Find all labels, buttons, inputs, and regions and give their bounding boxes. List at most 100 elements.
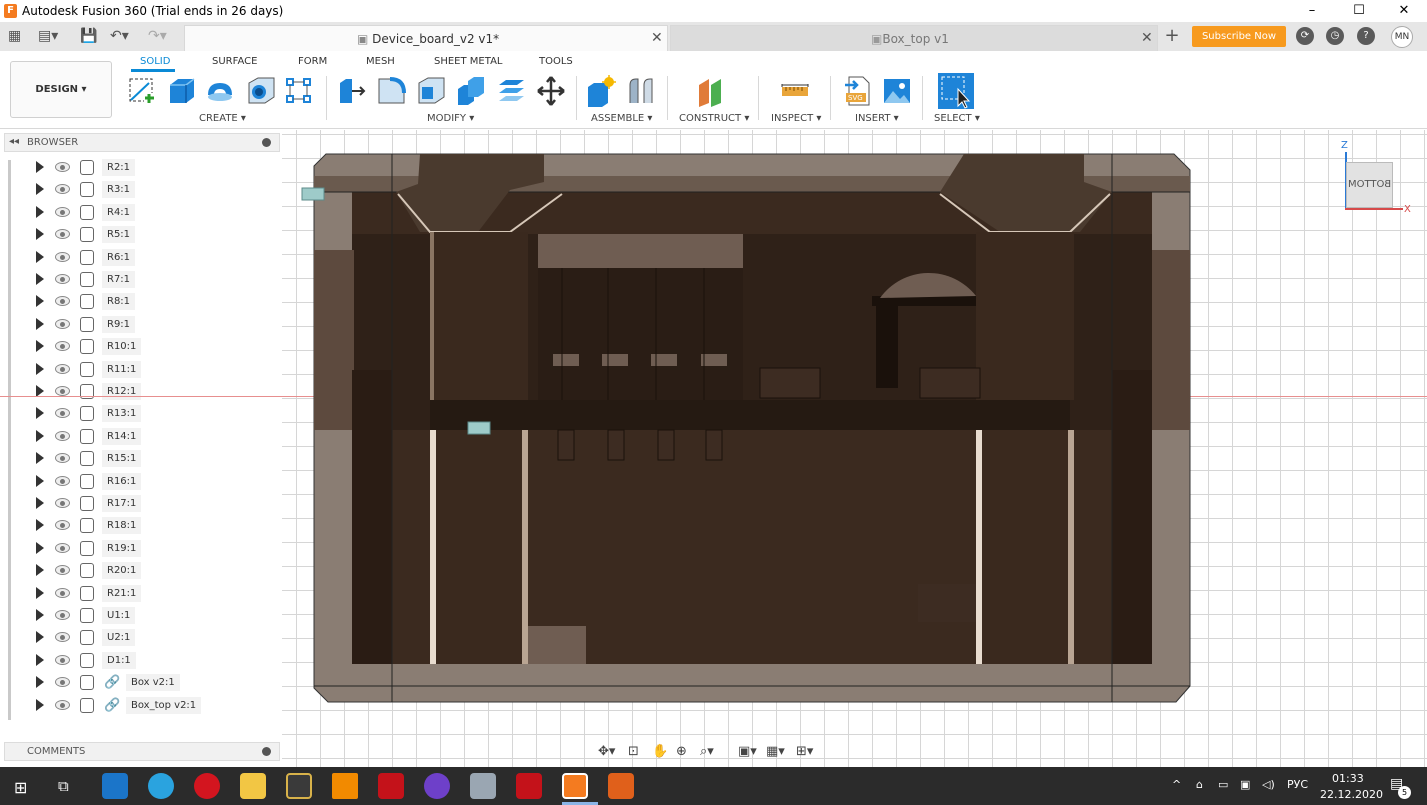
visibility-eye-icon[interactable] (55, 542, 70, 553)
construct-group-label[interactable]: CONSTRUCT ▾ (679, 113, 749, 124)
expand-arrow-icon[interactable] (36, 317, 44, 330)
insert-svg-icon[interactable]: SVG (843, 75, 873, 107)
offset-plane-icon[interactable] (697, 75, 727, 107)
browser-item[interactable]: R21:1 (30, 584, 280, 604)
press-pull-icon[interactable] (336, 75, 366, 107)
visibility-eye-icon[interactable] (55, 520, 70, 531)
visibility-eye-icon[interactable] (55, 229, 70, 240)
task-view-icon[interactable]: ⧉ (58, 777, 69, 795)
visibility-eye-icon[interactable] (55, 206, 70, 217)
browser-item[interactable]: R18:1 (30, 516, 280, 536)
tab-close-icon[interactable]: ✕ (651, 30, 663, 46)
browser-item[interactable]: R5:1 (30, 225, 280, 245)
visibility-eye-icon[interactable] (55, 699, 70, 710)
expand-arrow-icon[interactable] (36, 586, 44, 599)
tray-chevron-icon[interactable]: ^ (1172, 778, 1181, 791)
browser-item[interactable]: U1:1 (30, 606, 280, 626)
browser-item[interactable]: D1:1 (30, 651, 280, 671)
browser-item[interactable]: R2:1 (30, 158, 280, 178)
tray-display-icon[interactable]: ▭ (1218, 778, 1228, 791)
browser-item[interactable]: R8:1 (30, 292, 280, 312)
zoom-icon[interactable]: ⊕ (676, 744, 687, 759)
tab-surface[interactable]: SURFACE (212, 56, 257, 67)
visibility-eye-icon[interactable] (55, 430, 70, 441)
new-tab-button[interactable]: + (1161, 26, 1183, 48)
tray-network-icon[interactable]: ▣ (1240, 778, 1250, 791)
new-component-icon[interactable] (586, 75, 616, 107)
expand-arrow-icon[interactable] (36, 497, 44, 509)
grid-settings-icon[interactable]: ▦▾ (766, 744, 785, 759)
expand-arrow-icon[interactable] (36, 631, 44, 644)
language-indicator[interactable]: РУС (1287, 778, 1308, 791)
comments-header[interactable]: COMMENTS (4, 742, 280, 761)
expand-arrow-icon[interactable] (36, 698, 44, 711)
opera-icon[interactable] (194, 773, 220, 799)
insert-canvas-icon[interactable] (882, 75, 912, 107)
telegram-icon[interactable] (148, 773, 174, 799)
hole-icon[interactable] (246, 75, 276, 107)
clock-date[interactable]: 22.12.2020 (1320, 788, 1383, 801)
visibility-eye-icon[interactable] (55, 274, 70, 284)
tab-device-board[interactable]: ▣ Device_board_v2 v1* ✕ (184, 25, 668, 51)
expand-arrow-icon[interactable] (36, 340, 44, 353)
measure-icon[interactable] (780, 75, 810, 107)
visibility-eye-icon[interactable] (55, 251, 70, 262)
windows-start-icon[interactable]: ⊞ (14, 778, 27, 797)
solidworks-icon[interactable] (378, 773, 404, 799)
save-icon[interactable]: 💾 (80, 28, 97, 44)
browser-item[interactable]: R10:1 (30, 337, 280, 357)
expand-arrow-icon[interactable] (36, 564, 44, 577)
display-settings-icon[interactable]: ▣▾ (738, 744, 757, 759)
browser-item[interactable]: R11:1 (30, 360, 280, 380)
fillet-icon[interactable] (376, 75, 406, 107)
viewcube[interactable]: BOTTOM (1346, 162, 1393, 208)
visibility-eye-icon[interactable] (55, 184, 70, 195)
expand-arrow-icon[interactable] (36, 407, 44, 420)
github-icon[interactable] (424, 773, 450, 799)
expand-arrow-icon[interactable] (36, 519, 44, 532)
expand-arrow-icon[interactable] (36, 474, 44, 487)
visibility-eye-icon[interactable] (55, 677, 70, 688)
model-viewport-render[interactable] (300, 150, 1200, 710)
expand-arrow-icon[interactable] (36, 250, 44, 263)
browser-item[interactable]: R13:1 (30, 404, 280, 424)
mail-icon[interactable] (102, 773, 128, 799)
visibility-eye-icon[interactable] (55, 363, 70, 374)
visibility-eye-icon[interactable] (55, 565, 70, 576)
vlc-icon[interactable] (332, 773, 358, 799)
orbit-icon[interactable]: ✥▾ (598, 744, 615, 759)
clock-icon[interactable]: ◷ (1326, 27, 1344, 45)
expand-arrow-icon[interactable] (36, 362, 44, 375)
redo-icon[interactable]: ↷▾ (148, 28, 167, 44)
expand-arrow-icon[interactable] (36, 609, 44, 621)
combine-icon[interactable] (456, 75, 486, 107)
browser-item[interactable]: U2:1 (30, 628, 280, 648)
tray-device-icon[interactable]: ⌂ (1196, 778, 1203, 791)
avatar[interactable]: MN (1391, 26, 1413, 48)
select-icon[interactable] (938, 73, 974, 109)
fit-icon[interactable]: ⌕▾ (700, 744, 714, 759)
tab-form[interactable]: FORM (298, 56, 327, 67)
app-icon[interactable] (286, 773, 312, 799)
modify-group-label[interactable]: MODIFY ▾ (427, 113, 474, 124)
subscribe-button[interactable]: Subscribe Now (1192, 26, 1286, 47)
shell-icon[interactable] (416, 75, 446, 107)
visibility-eye-icon[interactable] (55, 453, 70, 464)
assemble-group-label[interactable]: ASSEMBLE ▾ (591, 113, 652, 124)
joint-icon[interactable] (626, 75, 656, 107)
workspace-dropdown[interactable]: DESIGN ▾ (10, 61, 112, 118)
undo-icon[interactable]: ↶▾ (110, 28, 129, 44)
browser-item[interactable]: R7:1 (30, 270, 280, 290)
browser-item[interactable]: 🔗 Box_top v2:1 (30, 696, 280, 716)
grid-menu-icon[interactable]: ▦ (8, 28, 21, 44)
visibility-eye-icon[interactable] (55, 386, 70, 396)
browser-item[interactable]: R16:1 (30, 472, 280, 492)
expand-arrow-icon[interactable] (36, 653, 44, 666)
browser-item[interactable]: R19:1 (30, 539, 280, 559)
file-menu-icon[interactable]: ▤▾ (38, 28, 58, 44)
browser-item[interactable]: R6:1 (30, 248, 280, 268)
clock-time[interactable]: 01:33 (1332, 772, 1364, 785)
job-status-icon[interactable]: ⟳ (1296, 27, 1314, 45)
inspect-group-label[interactable]: INSPECT ▾ (771, 113, 821, 124)
tab-mesh[interactable]: MESH (366, 56, 395, 67)
